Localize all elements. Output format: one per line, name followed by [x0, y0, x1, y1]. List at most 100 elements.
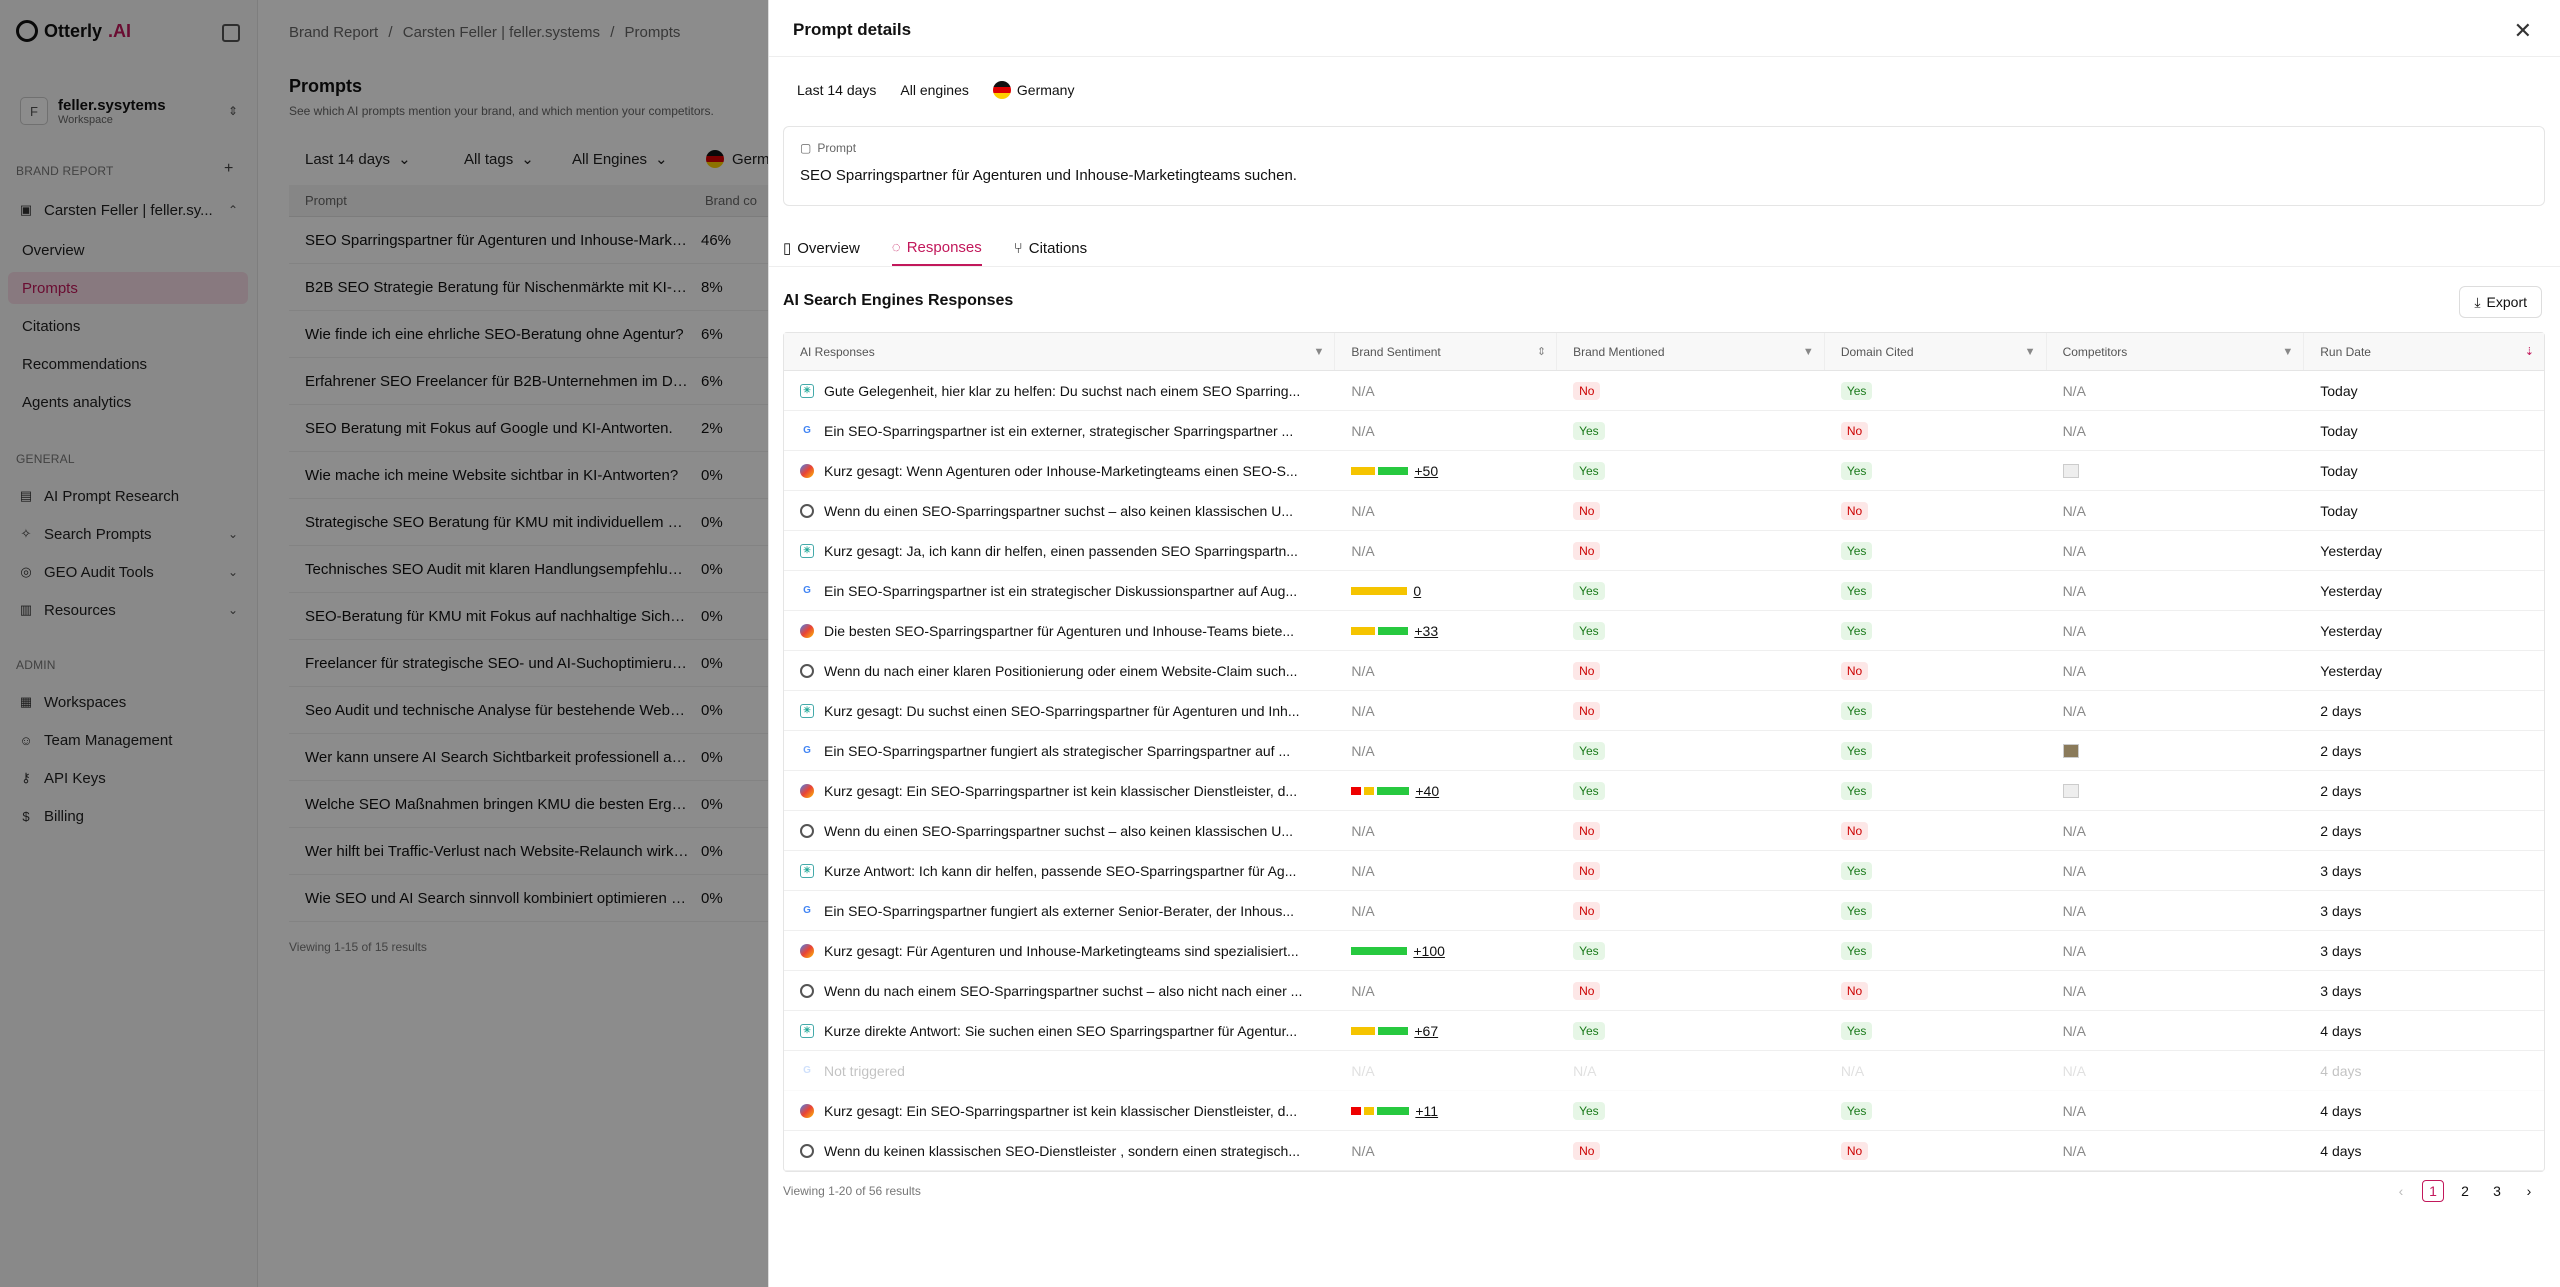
brand-mentioned-cell: No [1557, 651, 1825, 690]
table-row[interactable]: Wenn du einen SEO-Sparringspartner suchs… [784, 811, 2544, 851]
export-label: Export [2486, 294, 2527, 310]
table-row[interactable]: Kurz gesagt: Für Agenturen und Inhouse-M… [784, 931, 2544, 971]
table-row[interactable]: ✳ Kurze direkte Antwort: Sie suchen einen… [784, 1011, 2544, 1051]
response-text: Wenn du nach einer klaren Positionierung… [824, 662, 1298, 679]
table-row[interactable]: Wenn du keinen klassischen SEO-Dienstlei… [784, 1131, 2544, 1171]
chip-engines[interactable]: All engines [892, 76, 977, 104]
table-row[interactable]: Die besten SEO-Sparringspartner für Agen… [784, 611, 2544, 651]
table-row[interactable]: G Ein SEO-Sparringspartner fungiert als s… [784, 731, 2544, 771]
domain-cited-badge: No [1840, 1141, 1869, 1160]
brand-mentioned-cell: Yes [1557, 731, 1825, 770]
chip-country[interactable]: Germany [985, 76, 1083, 104]
prompt-text: SEO Sparringspartner für Agenturen und I… [800, 167, 1297, 184]
column-brand-mentioned[interactable]: Brand Mentioned ▼ [1557, 333, 1825, 370]
page-1[interactable]: 1 [2422, 1180, 2444, 1202]
sort-desc-icon[interactable]: ⇣ [2525, 345, 2534, 358]
app-root: Otterly .AI F feller.sysytems Workspace ⇕… [0, 0, 2560, 1287]
brand-mentioned-badge: Yes [1573, 741, 1605, 760]
prev-page-icon[interactable]: ‹ [2390, 1180, 2412, 1202]
filter-icon[interactable]: ▼ [1313, 346, 1324, 358]
table-row[interactable]: Kurz gesagt: Ein SEO-Sparringspartner is… [784, 771, 2544, 811]
sentiment-cell: 0 [1335, 571, 1557, 610]
sentiment-score[interactable]: 0 [1413, 583, 1421, 599]
tab-responses[interactable]: ◌ Responses [891, 230, 982, 266]
response-text: Wenn du einen SEO-Sparringspartner suchs… [824, 822, 1293, 839]
competitors-value: N/A [2062, 542, 2086, 559]
column-run-date[interactable]: Run Date ⇣ [2304, 333, 2544, 370]
sentiment-cell: N/A [1335, 411, 1557, 450]
column-label: Competitors [2062, 344, 2128, 359]
sentiment-value: N/A [1351, 862, 1375, 879]
filter-icon[interactable]: ▼ [1803, 346, 1814, 358]
run-date: Today [2320, 502, 2358, 519]
run-date-cell: 3 days [2304, 931, 2544, 970]
table-row[interactable]: G Not triggered N/A N/A N/A N/A 4 days [784, 1051, 2544, 1091]
sentiment-score[interactable]: +33 [1414, 623, 1438, 639]
table-row[interactable]: G Ein SEO-Sparringspartner fungiert als e… [784, 891, 2544, 931]
table-row[interactable]: ✳ Kurz gesagt: Du suchst einen SEO-Sparri… [784, 691, 2544, 731]
page-2[interactable]: 2 [2454, 1180, 2476, 1202]
competitors-value: N/A [2062, 502, 2086, 519]
response-text: Wenn du keinen klassischen SEO-Dienstlei… [824, 1142, 1300, 1159]
run-date: 4 days [2320, 1102, 2362, 1119]
table-row[interactable]: Wenn du nach einer klaren Positionierung… [784, 651, 2544, 691]
competitors-value: N/A [2062, 1102, 2086, 1119]
divider [769, 266, 2560, 267]
close-icon[interactable]: ✕ [2514, 18, 2532, 44]
column-brand-sentiment[interactable]: Brand Sentiment ⇕ [1335, 333, 1558, 370]
sentiment-segment [1377, 1106, 1410, 1115]
chip-date[interactable]: Last 14 days [789, 76, 884, 104]
response-cell: G Ein SEO-Sparringspartner ist ein strate… [784, 571, 1335, 610]
run-date: 2 days [2320, 742, 2362, 759]
run-date: 4 days [2320, 1022, 2362, 1039]
brand-mentioned-cell: No [1557, 851, 1825, 890]
sentiment-segment [1364, 786, 1375, 795]
sort-icon[interactable]: ⇕ [1537, 345, 1546, 358]
export-button[interactable]: ⤓ Export [2459, 286, 2542, 318]
domain-cited-cell: Yes [1825, 611, 2047, 650]
run-date: Yesterday [2320, 622, 2383, 639]
sentiment-score[interactable]: +11 [1415, 1103, 1438, 1119]
sentiment-value: N/A [1351, 902, 1375, 919]
tab-citations[interactable]: ⑂ Citations [1014, 230, 1087, 266]
response-text: Ein SEO-Sparringspartner fungiert als st… [824, 742, 1291, 759]
modal-overlay[interactable] [0, 0, 768, 1287]
sentiment-score[interactable]: +67 [1414, 1023, 1438, 1039]
column-ai-responses[interactable]: AI Responses ▼ [784, 333, 1336, 370]
table-row[interactable]: G Ein SEO-Sparringspartner ist ein strate… [784, 571, 2544, 611]
filter-icon[interactable]: ▼ [2282, 346, 2293, 358]
table-row[interactable]: Wenn du einen SEO-Sparringspartner suchs… [784, 491, 2544, 531]
google-icon: G [803, 905, 811, 916]
sentiment-cell: N/A [1335, 1051, 1557, 1090]
table-row[interactable]: G Ein SEO-Sparringspartner ist ein extern… [784, 411, 2544, 451]
sentiment-score[interactable]: +100 [1413, 943, 1445, 959]
domain-cited-badge: Yes [1840, 941, 1873, 960]
response-cell: Die besten SEO-Sparringspartner für Agen… [784, 611, 1335, 650]
page-3[interactable]: 3 [2486, 1180, 2508, 1202]
next-page-icon[interactable]: › [2518, 1180, 2540, 1202]
gemini-icon [800, 783, 814, 798]
table-row[interactable]: ✳ Kurze Antwort: Ich kann dir helfen, pas… [784, 851, 2544, 891]
run-date-cell: Today [2304, 451, 2544, 490]
response-text: Wenn du einen SEO-Sparringspartner suchs… [824, 502, 1293, 519]
brand-mentioned-badge: N/A [1573, 1062, 1597, 1079]
competitors-value: N/A [2062, 1142, 2086, 1159]
brand-mentioned-cell: No [1557, 811, 1825, 850]
table-row[interactable]: ✳ Gute Gelegenheit, hier klar zu helfen: … [784, 371, 2544, 411]
column-domain-cited[interactable]: Domain Cited ▼ [1825, 333, 2047, 370]
filter-icon[interactable]: ▼ [2025, 346, 2036, 358]
brand-mentioned-cell: N/A [1557, 1051, 1825, 1090]
table-row[interactable]: Kurz gesagt: Wenn Agenturen oder Inhouse… [784, 451, 2544, 491]
column-competitors[interactable]: Competitors ▼ [2047, 333, 2305, 370]
table-row[interactable]: Kurz gesagt: Ein SEO-Sparringspartner is… [784, 1091, 2544, 1131]
competitors-value: N/A [2062, 702, 2086, 719]
competitors-cell: N/A [2047, 971, 2305, 1010]
response-cell: Kurz gesagt: Für Agenturen und Inhouse-M… [784, 931, 1335, 970]
sentiment-score[interactable]: +50 [1414, 463, 1438, 479]
competitors-value: N/A [2062, 422, 2086, 439]
tab-overview[interactable]: ▯ Overview [783, 230, 860, 266]
sentiment-score[interactable]: +40 [1415, 783, 1439, 799]
table-row[interactable]: Wenn du nach einem SEO-Sparringspartner … [784, 971, 2544, 1011]
table-row[interactable]: ✳ Kurz gesagt: Ja, ich kann dir helfen, e… [784, 531, 2544, 571]
chatgpt-icon [800, 823, 814, 838]
